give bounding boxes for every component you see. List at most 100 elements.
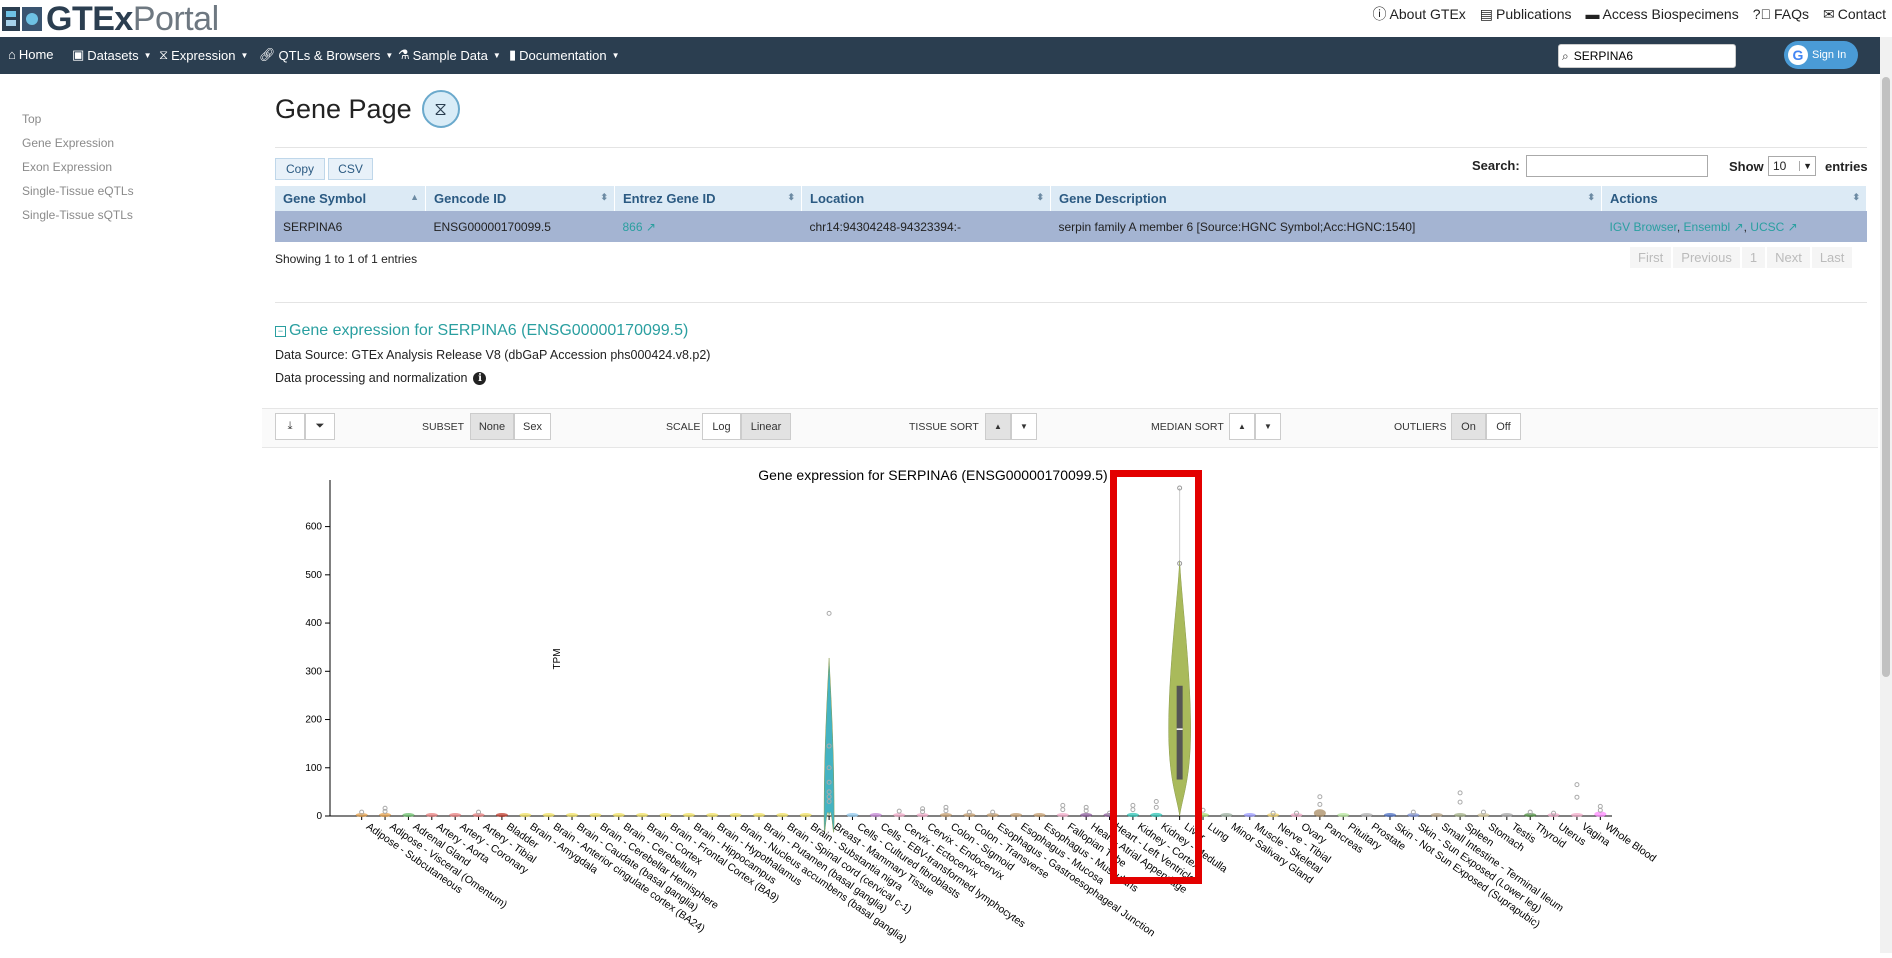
sort-icon: ⬍ (1036, 192, 1044, 202)
publications-link[interactable]: ▤ Publications (1480, 4, 1572, 24)
sidenav-single-tissue-sqtls[interactable]: Single-Tissue sQTLs (22, 208, 134, 232)
outlier-point (1317, 801, 1323, 807)
filter-button[interactable]: ⏷ (305, 413, 335, 440)
column-label: Location (810, 191, 865, 206)
pager-next[interactable]: Next (1767, 247, 1810, 268)
median-sort-desc-button[interactable]: ▼ (1255, 413, 1281, 440)
nav-datasets[interactable]: ▣ Datasets ▼ (72, 47, 152, 63)
google-sign-in-button[interactable]: G Sign In (1784, 41, 1858, 69)
chart-title: Gene expression for SERPINA6 (ENSG000001… (758, 467, 1107, 483)
pager-page-1[interactable]: 1 (1741, 247, 1766, 268)
tissue-sort-asc-button[interactable]: ▲ (985, 413, 1011, 440)
pager-last[interactable]: Last (1811, 247, 1853, 268)
y-tick-label: 0 (316, 811, 322, 822)
violin-shape (542, 813, 555, 817)
outlier-point (1060, 802, 1066, 808)
tissue-sort-label: TISSUE SORT (909, 421, 979, 433)
column-header-gene-description[interactable]: Gene Description ⬍ (1050, 186, 1602, 211)
outliers-off-button[interactable]: Off (1486, 413, 1521, 440)
page-title-row: Gene Page ⧖ (275, 90, 460, 128)
scale-linear-button[interactable]: Linear (741, 413, 791, 440)
csv-button[interactable]: CSV (328, 158, 373, 180)
violin-shape (519, 813, 532, 817)
violin-shape (472, 813, 485, 817)
gene-search-box[interactable]: ⌕ (1558, 44, 1736, 68)
violin-shape (1056, 813, 1069, 817)
violin-shape (869, 813, 882, 817)
outliers-on-button[interactable]: On (1451, 413, 1486, 440)
gtex-logo[interactable]: GTExPortal (0, 2, 219, 36)
side-navigation: Top Gene Expression Exon Expression Sing… (22, 112, 134, 232)
ensembl-link[interactable]: Ensembl ↗ (1684, 220, 1744, 234)
column-label: Gene Symbol (283, 191, 367, 206)
median-sort-asc-button[interactable]: ▲ (1229, 413, 1255, 440)
processing-line: Data processing and normalization i (275, 371, 487, 385)
info-icon: ⓘ (1372, 6, 1387, 22)
caret-down-icon: ▼ (492, 50, 501, 60)
pager-first[interactable]: First (1630, 247, 1672, 268)
cell-actions: IGV Browser, Ensembl ↗, UCSC ↗ (1601, 211, 1867, 242)
external-link-icon: ↗ (1787, 219, 1798, 234)
pager-previous[interactable]: Previous (1673, 247, 1740, 268)
about-gtex-link[interactable]: ⓘ About GTEx (1373, 4, 1466, 24)
gene-search-input[interactable] (1571, 48, 1726, 64)
column-header-actions[interactable]: Actions ⬍ (1601, 186, 1867, 211)
sidenav-exon-expression[interactable]: Exon Expression (22, 160, 134, 184)
info-icon[interactable]: i (473, 371, 487, 385)
hourglass-badge-icon: ⧖ (421, 90, 460, 128)
entrez-link[interactable]: 866 ↗ (623, 220, 656, 234)
sidenav-single-tissue-eqtls[interactable]: Single-Tissue eQTLs (22, 184, 134, 208)
tissue-sort-desc-button[interactable]: ▼ (1011, 413, 1037, 440)
contact-link[interactable]: ✉ Contact (1823, 4, 1886, 24)
nav-home-label: Home (18, 47, 54, 62)
external-link-icon: ↗ (645, 219, 656, 234)
column-header-gene-symbol[interactable]: Gene Symbol ▲ (275, 186, 426, 211)
nav-documentation[interactable]: ▮ Documentation ▼ (509, 47, 620, 63)
nav-expression[interactable]: ⧖ Expression ▼ (159, 47, 248, 63)
entries-select[interactable]: 10 ▼ (1768, 156, 1816, 176)
top-header: GTExPortal ⓘ About GTEx ▤ Publications ▬ Ac… (0, 0, 1892, 37)
book-icon: ▮ (509, 47, 517, 62)
igv-browser-link[interactable]: IGV Browser (1610, 220, 1677, 234)
violin-shape (1570, 813, 1583, 817)
flask-icon: ⚗ (398, 47, 410, 62)
logo-gtex-text: GTEx (46, 0, 133, 38)
scale-log-button[interactable]: Log (702, 413, 741, 440)
ucsc-link[interactable]: UCSC ↗ (1750, 220, 1797, 234)
nav-documentation-label: Documentation (519, 47, 607, 63)
table-search-input[interactable] (1526, 155, 1708, 177)
y-tick-label: 600 (305, 522, 322, 533)
gene-expression-heading[interactable]: − Gene expression for SERPINA6 (ENSG0000… (275, 322, 688, 340)
ucsc-link-label: UCSC (1750, 219, 1785, 234)
violin-shape (1243, 813, 1256, 817)
nav-qtls-browsers[interactable]: 🔗︎ QTLs & Browsers ▼ (259, 47, 393, 63)
nav-home[interactable]: ⌂ Home (8, 47, 54, 62)
column-header-entrez-gene-id[interactable]: Entrez Gene ID ⬍ (614, 186, 802, 211)
sidenav-gene-expression[interactable]: Gene Expression (22, 136, 134, 160)
question-icon: ?⃝ (1752, 6, 1771, 22)
access-biospecimens-link[interactable]: ▬ Access Biospecimens (1586, 4, 1739, 24)
search-label: Search: (1472, 158, 1520, 173)
faqs-link[interactable]: ?⃝ FAQs (1753, 4, 1809, 24)
nav-sample-data[interactable]: ⚗ Sample Data ▼ (398, 47, 501, 63)
show-label: Show (1729, 159, 1764, 174)
page-scrollbar[interactable] (1880, 37, 1892, 953)
download-icon: ⤓ (287, 420, 293, 432)
sort-icon: ⬍ (600, 192, 608, 202)
scrollbar-thumb[interactable] (1882, 77, 1890, 677)
external-link-icon: ↗ (1733, 219, 1744, 234)
search-icon: ⌕ (1562, 48, 1569, 63)
liver-highlight-box (1110, 470, 1202, 884)
ensembl-link-label: Ensembl (1683, 219, 1731, 234)
download-button[interactable]: ⤓ (275, 413, 305, 440)
table-header-row: Gene Symbol ▲ Gencode ID ⬍ Entrez Gene ID ⬍… (275, 186, 1867, 211)
column-header-location[interactable]: Location ⬍ (801, 186, 1051, 211)
sidenav-top[interactable]: Top (22, 112, 134, 136)
about-gtex-label: About GTEx (1389, 6, 1466, 22)
copy-button[interactable]: Copy (275, 158, 325, 180)
subset-sex-button[interactable]: Sex (514, 413, 551, 440)
violin-shape (589, 813, 602, 817)
subset-none-button[interactable]: None (470, 413, 514, 440)
violin-shape (1010, 813, 1023, 817)
column-header-gencode-id[interactable]: Gencode ID ⬍ (425, 186, 615, 211)
